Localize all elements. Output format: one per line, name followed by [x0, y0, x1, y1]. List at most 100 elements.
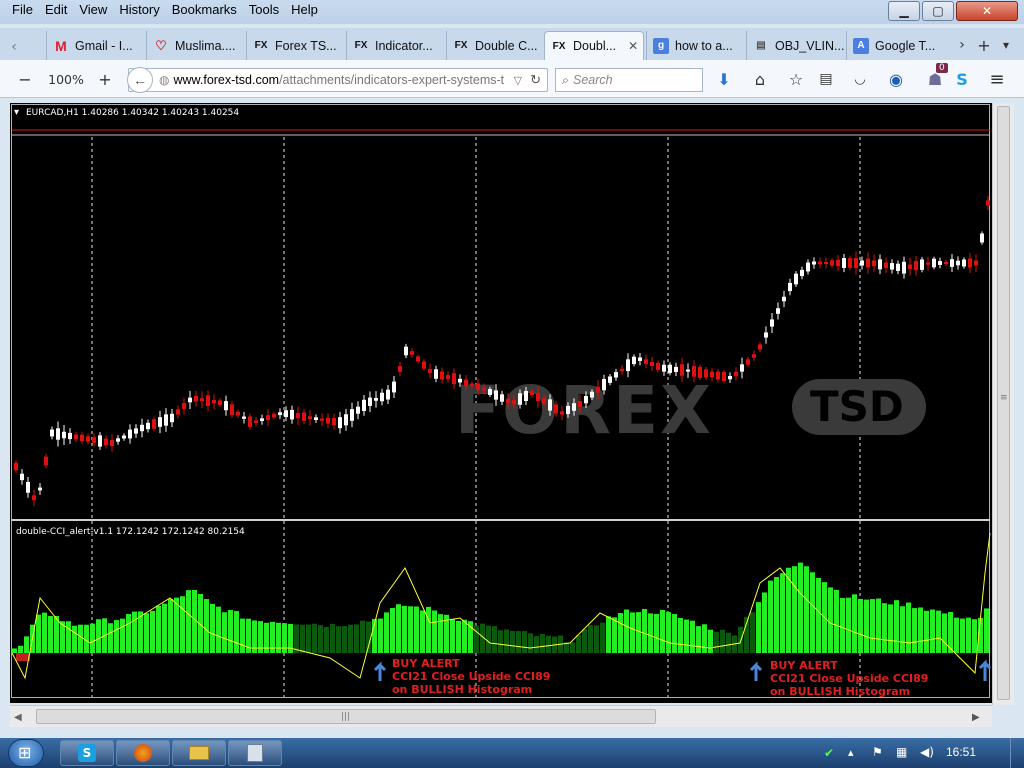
tab-indicator[interactable]: FX Indicator...: [346, 31, 446, 60]
histogram-bar: [510, 631, 515, 653]
bear-candle: [410, 351, 414, 355]
grip-icon: ≡: [1000, 393, 1008, 403]
vertical-scrollbar[interactable]: ≡: [992, 103, 1014, 705]
menu-bookmarks[interactable]: Bookmarks: [166, 1, 243, 21]
google-icon: g: [653, 37, 669, 54]
skype-button[interactable]: S: [952, 68, 972, 90]
tab-gmail[interactable]: M Gmail - I...: [46, 31, 146, 60]
fx-icon: FX: [254, 40, 268, 51]
taskbar-explorer[interactable]: [172, 740, 226, 766]
tray-network-icon[interactable]: ▦: [896, 745, 907, 759]
menu-file[interactable]: File: [6, 1, 39, 21]
zoom-out-button[interactable]: −: [14, 68, 36, 90]
tray-shield-icon[interactable]: ✔: [824, 746, 834, 760]
url-bar[interactable]: ← ◍ www.forex-tsd.com/attachments/indica…: [127, 67, 548, 93]
histogram-bar: [528, 633, 533, 653]
bear-candle: [416, 356, 420, 362]
vertical-scroll-thumb[interactable]: ≡: [997, 106, 1010, 700]
url-domain: www.forex-tsd.com: [173, 73, 280, 87]
bookmark-button[interactable]: ☆: [786, 68, 806, 90]
histogram-bar: [900, 606, 905, 653]
histogram-bar: [972, 619, 977, 653]
ghostery-button[interactable]: ☗ 0: [924, 63, 948, 90]
tab-how-to[interactable]: g how to a...: [646, 31, 746, 60]
horizontal-scrollbar[interactable]: ◀ ||| ▶: [10, 705, 992, 727]
bear-candle: [272, 413, 276, 418]
collapse-triangle-icon[interactable]: ▾: [14, 107, 19, 118]
histogram-bar: [114, 620, 119, 653]
bull-candle: [782, 296, 786, 302]
histogram-bar: [714, 631, 719, 653]
back-arrow-icon[interactable]: ←: [127, 67, 153, 93]
search-input[interactable]: ⌕ Search: [555, 68, 703, 92]
scroll-left-icon[interactable]: ◀: [14, 712, 22, 723]
tab-obj-vline[interactable]: ▤ OBJ_VLIN...: [746, 31, 846, 60]
tab-muslima[interactable]: ♡ Muslima....: [146, 31, 246, 60]
bull-candle: [500, 394, 504, 402]
horizontal-scroll-thumb[interactable]: |||: [36, 709, 656, 724]
dropdown-arrow-icon[interactable]: ▽: [514, 74, 522, 87]
menu-help[interactable]: Help: [285, 1, 324, 21]
bull-candle: [548, 399, 552, 411]
skype-icon: S: [956, 69, 968, 89]
new-tab-button[interactable]: +: [976, 34, 992, 56]
reload-icon[interactable]: ↻: [530, 72, 541, 88]
bull-candle: [674, 366, 678, 372]
home-button[interactable]: ⌂: [750, 68, 770, 90]
start-button[interactable]: ⊞: [8, 739, 44, 767]
zoom-in-button[interactable]: +: [94, 68, 116, 90]
taskbar-firefox[interactable]: [116, 740, 170, 766]
downloads-button[interactable]: ⬇: [714, 68, 734, 90]
tab-double-c[interactable]: FX Double C...: [446, 31, 546, 60]
tray-flag-icon[interactable]: ⚑: [872, 745, 883, 759]
bull-candle: [122, 435, 126, 439]
minimize-button[interactable]: ▁: [888, 1, 920, 21]
scroll-right-icon[interactable]: ▶: [972, 712, 980, 723]
histogram-bar: [534, 636, 539, 653]
histogram-bar: [132, 611, 137, 653]
bull-candle: [788, 282, 792, 292]
histogram-bar: [108, 623, 113, 653]
pocket-button[interactable]: ◡: [850, 68, 870, 90]
histogram-bar: [960, 618, 965, 653]
maximize-button[interactable]: ▢: [922, 1, 954, 21]
histogram-bar: [186, 590, 191, 653]
menu-view[interactable]: View: [73, 1, 113, 21]
menu-button[interactable]: ≡: [986, 68, 1008, 90]
bear-candle: [578, 401, 582, 407]
tab-scroll-right-button[interactable]: ›: [954, 34, 970, 56]
histogram-bar: [36, 614, 41, 653]
histogram-bar: [594, 625, 599, 653]
star-icon: ☆: [788, 69, 804, 89]
tab-list-button[interactable]: ▾: [998, 34, 1014, 56]
taskbar-calculator[interactable]: [228, 740, 282, 766]
menu-tools[interactable]: Tools: [243, 1, 285, 21]
bookmarks-list-button[interactable]: ▤: [816, 68, 836, 90]
bull-candle: [116, 438, 120, 442]
bear-candle: [398, 366, 402, 372]
bear-candle: [620, 368, 624, 372]
menu-history[interactable]: History: [113, 1, 165, 21]
tab-label: Double C...: [475, 38, 538, 53]
tab-google-translate[interactable]: A Google T...: [846, 31, 946, 60]
bear-candle: [836, 259, 840, 267]
bear-candle: [254, 420, 258, 423]
histogram-bar: [606, 616, 611, 653]
tray-volume-icon[interactable]: ◀): [920, 745, 934, 759]
close-button[interactable]: ✕: [956, 1, 1018, 21]
zoom-level[interactable]: 100%: [46, 68, 86, 90]
show-desktop-button[interactable]: [1010, 738, 1024, 768]
close-tab-icon[interactable]: ✕: [628, 39, 638, 53]
tab-scroll-left-button[interactable]: ‹: [6, 36, 22, 58]
histogram-bar: [792, 566, 797, 653]
notification-badge: 0: [936, 63, 948, 73]
bear-candle: [482, 387, 486, 391]
taskbar-skype[interactable]: S: [60, 740, 114, 766]
menu-edit[interactable]: Edit: [39, 1, 73, 21]
tray-chevron-icon[interactable]: ▴: [848, 746, 854, 759]
folder-icon: [189, 746, 209, 760]
tab-double-active[interactable]: FX Doubl... ✕: [544, 31, 644, 60]
addon-button[interactable]: ◉: [886, 68, 906, 90]
tab-forex-tsd[interactable]: FX Forex TS...: [246, 31, 346, 60]
clock[interactable]: 16:51: [946, 745, 976, 759]
